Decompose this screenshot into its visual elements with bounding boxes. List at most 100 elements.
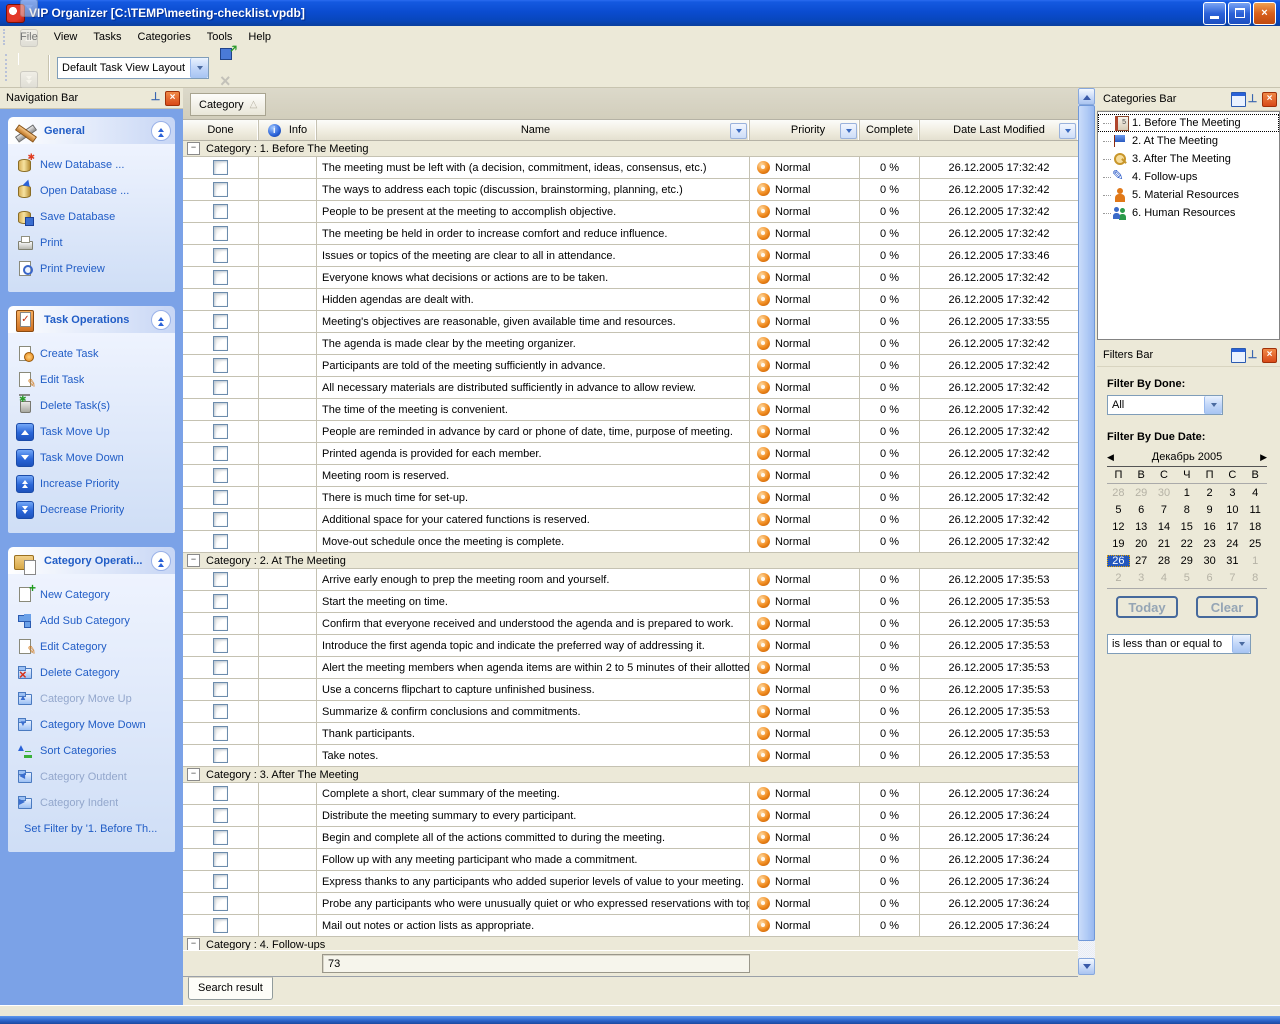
menu-tasks[interactable]: Tasks [85,28,129,46]
scroll-up-arrow[interactable] [1078,88,1095,105]
table-row[interactable]: People to be present at the meeting to a… [183,201,1078,223]
pin-icon[interactable]: ⊥ [1246,93,1259,106]
done-checkbox[interactable] [213,424,228,439]
table-row[interactable]: Summarize & confirm conclusions and comm… [183,701,1078,723]
pin-icon[interactable]: ⊥ [149,91,162,104]
table-row[interactable]: Everyone knows what decisions or actions… [183,267,1078,289]
table-row[interactable]: Probe any participants who were unusuall… [183,893,1078,915]
calendar-day[interactable]: 24 [1221,538,1244,550]
calendar-day[interactable]: 10 [1221,504,1244,516]
calendar-day[interactable]: 22 [1175,538,1198,550]
menu-categories[interactable]: Categories [130,28,199,46]
nav-item-new-database[interactable]: New Database ... [14,152,171,178]
calendar-day[interactable]: 19 [1107,538,1130,550]
date-filter-button[interactable] [1059,123,1076,139]
nav-item-delete-category[interactable]: Delete Category [14,660,171,686]
done-checkbox[interactable] [213,594,228,609]
nav-item-task-move-down[interactable]: Task Move Down [14,445,171,471]
collapse-chevron-icon[interactable] [151,310,171,330]
menu-view[interactable]: View [46,28,86,46]
done-checkbox[interactable] [213,852,228,867]
category-item-3-after-the-meeting[interactable]: 3. After The Meeting [1098,150,1279,168]
category-item-1-before-the-meeting[interactable]: 1. Before The Meeting [1098,114,1279,132]
done-checkbox[interactable] [213,748,228,763]
menu-help[interactable]: Help [240,28,279,46]
nav-item-category-outdent[interactable]: Category Outdent [14,764,171,790]
done-checkbox[interactable] [213,918,228,933]
nav-item-decrease-priority[interactable]: Decrease Priority [14,497,171,523]
calendar-day[interactable]: 27 [1130,555,1153,567]
done-checkbox[interactable] [213,314,228,329]
group-header-row[interactable]: −Category : 4. Follow-ups [183,937,1078,950]
nav-item-category-move-up[interactable]: Category Move Up [14,686,171,712]
nav-item-create-task[interactable]: Create Task [14,341,171,367]
table-row[interactable]: Use a concerns flipchart to capture unfi… [183,679,1078,701]
done-checkbox[interactable] [213,896,228,911]
nav-item-category-indent[interactable]: Category Indent [14,790,171,816]
collapse-minus-icon[interactable]: − [187,554,200,567]
table-row[interactable]: Thank participants.Normal0 %26.12.2005 1… [183,723,1078,745]
name-filter-button[interactable] [730,123,747,139]
column-header-date[interactable]: Date Last Modified [920,120,1078,140]
done-checkbox[interactable] [213,726,228,741]
nav-item-new-category[interactable]: New Category [14,582,171,608]
done-checkbox[interactable] [213,358,228,373]
save-layout-button[interactable] [212,38,242,68]
done-checkbox[interactable] [213,830,228,845]
column-header-priority[interactable]: Priority [750,120,860,140]
done-checkbox[interactable] [213,446,228,461]
table-row[interactable]: Arrive early enough to prep the meeting … [183,569,1078,591]
collapse-minus-icon[interactable]: − [187,938,200,950]
done-checkbox[interactable] [213,402,228,417]
table-row[interactable]: The ways to address each topic (discussi… [183,179,1078,201]
done-checkbox[interactable] [213,490,228,505]
pin-icon[interactable]: ⊥ [1246,349,1259,362]
nav-item-add-sub-category[interactable]: Add Sub Category [14,608,171,634]
calendar-day[interactable]: 28 [1153,555,1176,567]
nav-section-header[interactable]: Category Operati... [8,547,175,574]
nav-item-task-move-up[interactable]: Task Move Up [14,419,171,445]
calendar-day[interactable]: 30 [1153,487,1176,499]
scroll-down-arrow[interactable] [1078,958,1095,975]
priority-filter-button[interactable] [840,123,857,139]
done-checkbox[interactable] [213,468,228,483]
nav-item-sort-categories[interactable]: Sort Categories [14,738,171,764]
column-header-info[interactable]: i Info [259,120,317,140]
close-icon[interactable]: × [165,91,180,106]
table-row[interactable]: Meeting room is reserved.Normal0 %26.12.… [183,465,1078,487]
table-row[interactable]: Complete a short, clear summary of the m… [183,783,1078,805]
column-header-complete[interactable]: Complete [860,120,920,140]
calendar-day[interactable]: 12 [1107,521,1130,533]
calendar-day[interactable]: 1 [1244,555,1267,567]
float-window-icon[interactable] [1231,92,1246,107]
column-header-done[interactable]: Done [183,120,259,140]
done-checkbox[interactable] [213,512,228,527]
float-window-icon[interactable] [1231,348,1246,363]
table-row[interactable]: The meeting be held in order to increase… [183,223,1078,245]
close-icon[interactable]: × [1262,92,1277,107]
group-by-category-button[interactable]: Category △ [190,93,266,116]
calendar-day[interactable]: 8 [1244,572,1267,584]
calendar-day[interactable]: 4 [1244,487,1267,499]
table-row[interactable]: Additional space for your catered functi… [183,509,1078,531]
calendar-day[interactable]: 29 [1175,555,1198,567]
group-header-row[interactable]: −Category : 3. After The Meeting [183,767,1078,783]
category-item-4-follow-ups[interactable]: 4. Follow-ups [1098,168,1279,186]
done-checkbox[interactable] [213,874,228,889]
table-row[interactable]: Follow up with any meeting participant w… [183,849,1078,871]
nav-item-category-move-down[interactable]: Category Move Down [14,712,171,738]
nav-item-save-database[interactable]: Save Database [14,204,171,230]
calendar-day[interactable]: 7 [1153,504,1176,516]
nav-item-edit-category[interactable]: Edit Category [14,634,171,660]
calendar-day[interactable]: 18 [1244,521,1267,533]
calendar-day[interactable]: 20 [1130,538,1153,550]
table-row[interactable]: Begin and complete all of the actions co… [183,827,1078,849]
collapse-chevron-icon[interactable] [151,551,171,571]
collapse-minus-icon[interactable]: − [187,768,200,781]
date-condition-combo[interactable]: is less than or equal to [1107,634,1251,654]
tab-search-result[interactable]: Search result [188,977,273,1000]
table-row[interactable]: Take notes.Normal0 %26.12.2005 17:35:53 [183,745,1078,767]
done-checkbox[interactable] [213,660,228,675]
done-checkbox[interactable] [213,808,228,823]
clear-button[interactable]: Clear [1196,596,1258,618]
